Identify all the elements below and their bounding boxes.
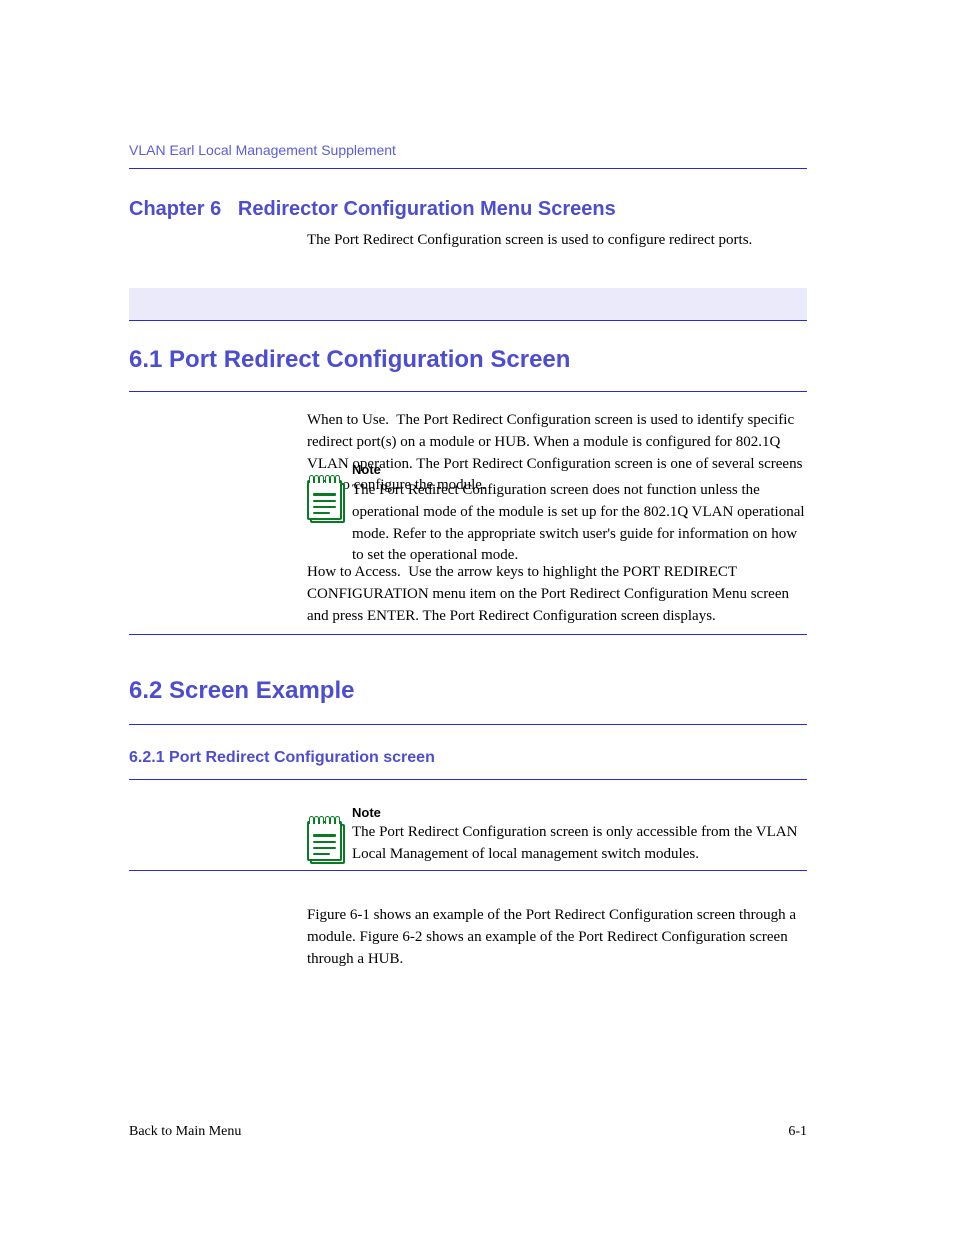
paragraph-figure-refs: Figure 6-1 shows an example of the Port … <box>307 905 807 970</box>
footer-page-number: 6-1 <box>788 1124 807 1140</box>
rule <box>129 391 807 392</box>
running-header: VLAN Earl Local Management Supplement <box>129 142 396 158</box>
note-text: The Port Redirect Configuration screen d… <box>352 480 807 567</box>
footer-back-link[interactable]: Back to Main Menu <box>129 1124 241 1140</box>
rule <box>129 724 807 725</box>
section-heading-6-2: 6.2 Screen Example <box>129 677 354 705</box>
rule <box>129 320 807 321</box>
chapter-number: Chapter 6 <box>129 198 221 220</box>
rule <box>129 870 807 871</box>
chapter-intro: The Port Redirect Configuration screen i… <box>307 230 807 252</box>
notepad-icon <box>307 816 341 860</box>
page-footer: Back to Main Menu 6-1 <box>129 1124 807 1140</box>
rule <box>129 634 807 635</box>
rule <box>129 779 807 780</box>
note-label: Note <box>352 805 381 820</box>
rule <box>129 168 807 169</box>
notepad-icon <box>307 475 341 519</box>
section-band <box>129 288 807 320</box>
section-heading-6-1: 6.1 Port Redirect Configuration Screen <box>129 346 570 374</box>
chapter-title: Redirector Configuration Menu Screens <box>238 198 616 220</box>
subsection-heading-6-2-1: 6.2.1 Port Redirect Configuration screen <box>129 749 435 767</box>
note-text: The Port Redirect Configuration screen i… <box>352 822 807 866</box>
note-label: Note <box>352 462 381 477</box>
page-root: { "header": { "running": "VLAN Earl Loca… <box>0 0 954 1235</box>
chapter-heading: Chapter 6 Redirector Configuration Menu … <box>129 198 616 221</box>
paragraph-how-to-access: How to Access. Use the arrow keys to hig… <box>307 562 807 627</box>
